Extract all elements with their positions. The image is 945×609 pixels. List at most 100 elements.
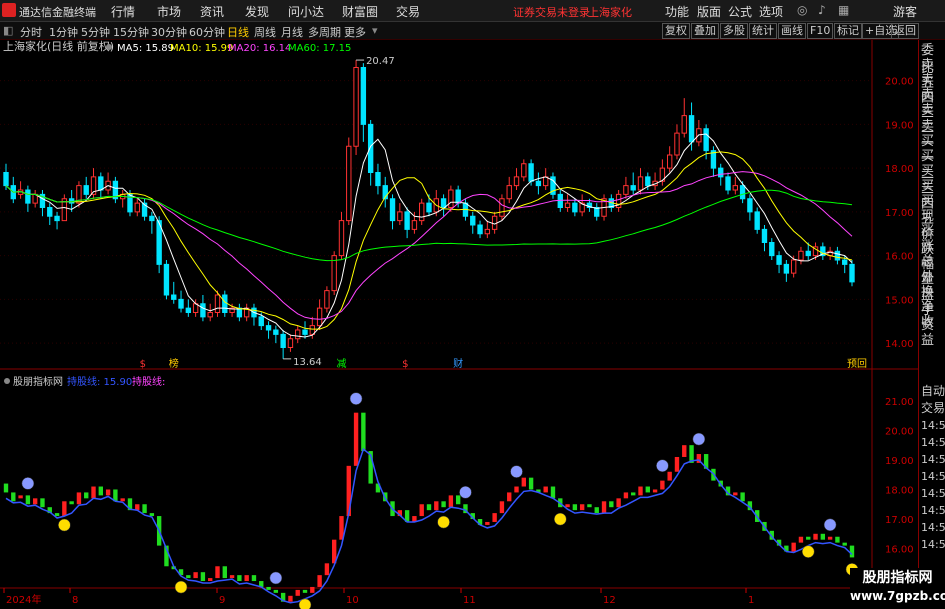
candle-body[interactable] [207, 312, 213, 318]
candle-body[interactable] [178, 298, 184, 309]
candle-body[interactable] [513, 176, 520, 187]
candle-body[interactable] [688, 115, 695, 143]
tab-30min[interactable]: 30分钟 [151, 24, 187, 40]
mark-button[interactable]: 标记 [834, 23, 862, 39]
candle-body[interactable] [222, 294, 228, 313]
candle-body[interactable] [747, 198, 753, 213]
menu-item-news[interactable]: 资讯 [200, 3, 224, 20]
candle-body[interactable] [163, 263, 170, 296]
event-marker[interactable]: $ [140, 359, 146, 370]
candle-body[interactable] [3, 172, 9, 187]
menu-item-quotes[interactable]: 行情 [111, 3, 135, 20]
candle-body[interactable] [149, 215, 155, 222]
tab-monthly[interactable]: 月线 [281, 24, 303, 40]
candle-body[interactable] [637, 176, 644, 191]
candle-body[interactable] [754, 211, 760, 230]
candle-body[interactable] [54, 215, 60, 222]
event-marker[interactable]: 减 [336, 358, 346, 370]
overlay-button[interactable]: 叠加 [691, 23, 719, 39]
candle-body[interactable] [834, 250, 841, 261]
candle-body[interactable] [681, 115, 687, 134]
tab-more[interactable]: 更多 [344, 24, 366, 40]
candle-body[interactable] [783, 263, 790, 274]
candle-body[interactable] [280, 333, 286, 348]
candle-body[interactable] [171, 294, 177, 300]
tab-weekly[interactable]: 周线 [254, 24, 276, 40]
candle-body[interactable] [769, 242, 775, 257]
candle-body[interactable] [564, 202, 571, 208]
event-marker[interactable]: 预回 [847, 358, 867, 370]
candle-body[interactable] [572, 202, 578, 213]
candle-body[interactable] [214, 294, 221, 313]
candle-body[interactable] [426, 202, 432, 213]
event-marker[interactable]: 榜 [169, 357, 179, 370]
candle-body[interactable] [623, 185, 629, 195]
candle-body[interactable] [316, 307, 323, 327]
candle-body[interactable] [645, 176, 651, 187]
multi-stock-button[interactable]: 多股 [720, 23, 748, 39]
tab-1min[interactable]: 1分钟 [49, 24, 78, 40]
back-button[interactable]: 返回 [891, 23, 919, 39]
login-notice[interactable]: 证券交易未登录 [513, 4, 590, 20]
candle-body[interactable] [302, 329, 308, 335]
tab-daily[interactable]: 日线 [227, 24, 249, 40]
chevron-down-icon[interactable]: ▾ [372, 24, 378, 37]
candle-body[interactable] [338, 220, 345, 257]
candle-body[interactable] [389, 198, 396, 222]
candle-body[interactable] [397, 211, 403, 222]
candle-body[interactable] [776, 255, 782, 265]
menu-item-formula[interactable]: 公式 [728, 3, 752, 20]
candle-body[interactable] [353, 67, 359, 147]
candle-body[interactable] [324, 290, 330, 309]
candle-body[interactable] [718, 167, 724, 178]
candle-body[interactable] [287, 338, 294, 348]
bell-icon[interactable]: ♪ [818, 3, 826, 17]
user-icon[interactable]: ◎ [797, 3, 807, 17]
candle-body[interactable] [83, 185, 89, 195]
menu-item-wealth[interactable]: 财富圈 [342, 3, 378, 20]
candle-body[interactable] [367, 123, 374, 173]
adjust-button[interactable]: 复权 [662, 23, 690, 39]
auto-trade-label[interactable]: 自动 [921, 385, 945, 398]
candle-body[interactable] [674, 132, 680, 156]
candle-body[interactable] [842, 259, 848, 265]
candle-body[interactable] [798, 250, 804, 261]
candle-body[interactable] [528, 163, 534, 182]
candle-body[interactable] [725, 176, 731, 191]
event-marker[interactable]: $ [402, 359, 408, 370]
candle-body[interactable] [790, 259, 797, 274]
candle-body[interactable] [265, 325, 272, 331]
candle-body[interactable] [404, 211, 410, 230]
candle-body[interactable] [25, 189, 31, 204]
candle-body[interactable] [761, 228, 768, 243]
candle-body[interactable] [258, 316, 264, 327]
candle-body[interactable] [98, 176, 104, 191]
candle-body[interactable] [273, 329, 279, 335]
tab-multi-period[interactable]: 多周期 [308, 24, 341, 40]
tab-timeshare[interactable]: 分时 [20, 24, 42, 40]
candle-body[interactable] [411, 220, 418, 230]
tab-15min[interactable]: 15分钟 [113, 24, 149, 40]
candle-body[interactable] [47, 207, 53, 217]
candle-body[interactable] [455, 189, 461, 204]
candle-body[interactable] [185, 307, 192, 313]
candle-body[interactable] [295, 329, 301, 340]
candle-body[interactable] [557, 193, 563, 208]
candle-body[interactable] [134, 202, 140, 213]
candle-body[interactable] [499, 198, 505, 217]
event-marker[interactable]: 财 [453, 357, 463, 370]
candle-body[interactable] [703, 128, 709, 152]
candle-body[interactable] [521, 163, 527, 178]
candle-body[interactable] [732, 185, 738, 191]
candle-body[interactable] [440, 198, 447, 208]
candle-body[interactable] [535, 180, 542, 187]
menu-item-options[interactable]: 选项 [759, 3, 783, 20]
candle-body[interactable] [630, 185, 636, 191]
menu-item-layout[interactable]: 版面 [697, 3, 721, 20]
tab-5min[interactable]: 5分钟 [81, 24, 110, 40]
tab-60min[interactable]: 60分钟 [189, 24, 225, 40]
menu-item-trade[interactable]: 交易 [396, 3, 420, 20]
candle-body[interactable] [506, 185, 512, 200]
candle-body[interactable] [543, 176, 549, 187]
candle-body[interactable] [419, 202, 425, 222]
